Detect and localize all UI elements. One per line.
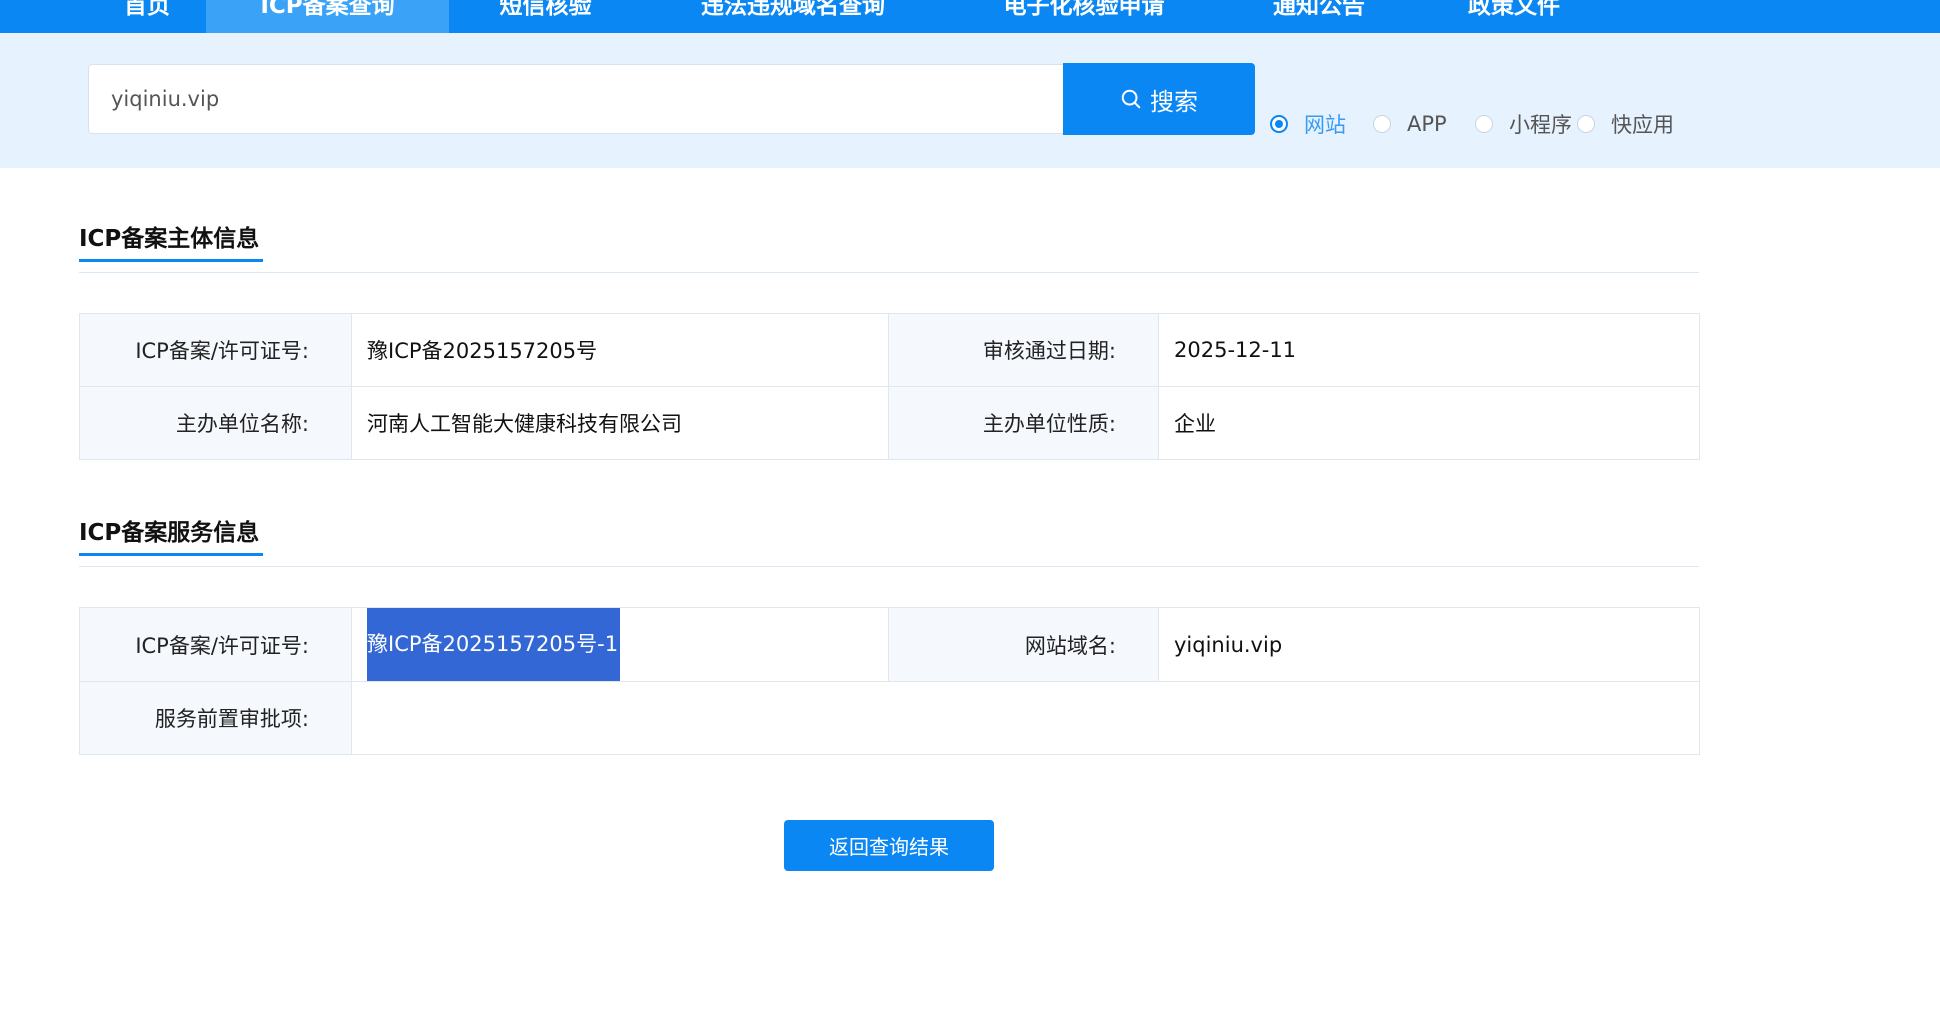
radio-mini-program[interactable]: 小程序 bbox=[1475, 110, 1572, 138]
subject-info-table: ICP备案/许可证号: 豫ICP备2025157205号 审核通过日期: 202… bbox=[79, 313, 1700, 460]
org-name-value: 河南人工智能大健康科技有限公司 bbox=[351, 386, 889, 460]
table-row: 服务前置审批项: bbox=[79, 681, 1700, 755]
nav-item-illegal-domain[interactable]: 违法违规域名查询 bbox=[642, 0, 944, 33]
nav-item-icp-query[interactable]: ICP备案查询 bbox=[206, 0, 449, 33]
radio-dot bbox=[1475, 115, 1493, 133]
nav-item-e-verify[interactable]: 电子化核验申请 bbox=[944, 0, 1224, 33]
top-nav: 首页 ICP备案查询 短信核验 违法违规域名查询 电子化核验申请 通知公告 政策… bbox=[0, 0, 1940, 33]
nav-item-home[interactable]: 首页 bbox=[88, 0, 206, 33]
search-button-label: 搜索 bbox=[1150, 87, 1198, 116]
service-info-table: ICP备案/许可证号: 豫ICP备2025157205号-1 网站域名: yiq… bbox=[79, 607, 1700, 755]
radio-label: 小程序 bbox=[1509, 113, 1572, 137]
section-underline bbox=[79, 553, 263, 556]
back-to-results-button[interactable]: 返回查询结果 bbox=[784, 820, 994, 871]
radio-quick-app[interactable]: 快应用 bbox=[1577, 110, 1674, 138]
preapproval-label: 服务前置审批项: bbox=[79, 681, 352, 755]
radio-label: APP bbox=[1407, 112, 1447, 136]
org-type-value: 企业 bbox=[1158, 386, 1700, 460]
nav-item-sms-verify[interactable]: 短信核验 bbox=[449, 0, 642, 33]
table-row: ICP备案/许可证号: 豫ICP备2025157205号 审核通过日期: 202… bbox=[79, 313, 1700, 387]
org-type-label: 主办单位性质: bbox=[888, 386, 1159, 460]
license-value: 豫ICP备2025157205号 bbox=[351, 313, 889, 387]
preapproval-value bbox=[351, 681, 1700, 755]
radio-dot bbox=[1577, 115, 1595, 133]
nav-item-notice[interactable]: 通知公告 bbox=[1224, 0, 1414, 33]
radio-app[interactable]: APP bbox=[1373, 110, 1447, 138]
approve-date-value: 2025-12-11 bbox=[1158, 313, 1700, 387]
service-license-value: 豫ICP备2025157205号-1 bbox=[367, 608, 621, 681]
section-divider bbox=[79, 272, 1699, 273]
radio-dot bbox=[1270, 115, 1288, 133]
domain-value: yiqiniu.vip bbox=[1158, 607, 1700, 682]
license-label: ICP备案/许可证号: bbox=[79, 313, 352, 387]
section-title-service: ICP备案服务信息 bbox=[79, 520, 260, 546]
search-button[interactable]: 搜索 bbox=[1063, 63, 1255, 135]
nav-item-policy[interactable]: 政策文件 bbox=[1414, 0, 1614, 33]
section-divider bbox=[79, 566, 1699, 567]
table-row: ICP备案/许可证号: 豫ICP备2025157205号-1 网站域名: yiq… bbox=[79, 607, 1700, 682]
radio-label: 网站 bbox=[1304, 113, 1346, 137]
radio-label: 快应用 bbox=[1611, 113, 1674, 137]
search-icon bbox=[1121, 89, 1141, 109]
org-name-label: 主办单位名称: bbox=[79, 386, 352, 460]
radio-website[interactable]: 网站 bbox=[1270, 110, 1346, 138]
section-underline bbox=[79, 259, 263, 262]
approve-date-label: 审核通过日期: bbox=[888, 313, 1159, 387]
radio-dot bbox=[1373, 115, 1391, 133]
table-row: 主办单位名称: 河南人工智能大健康科技有限公司 主办单位性质: 企业 bbox=[79, 386, 1700, 460]
search-input[interactable] bbox=[88, 64, 1063, 134]
service-license-cell: 豫ICP备2025157205号-1 bbox=[351, 607, 889, 682]
service-license-label: ICP备案/许可证号: bbox=[79, 607, 352, 682]
domain-label: 网站域名: bbox=[888, 607, 1159, 682]
section-title-subject: ICP备案主体信息 bbox=[79, 226, 260, 252]
